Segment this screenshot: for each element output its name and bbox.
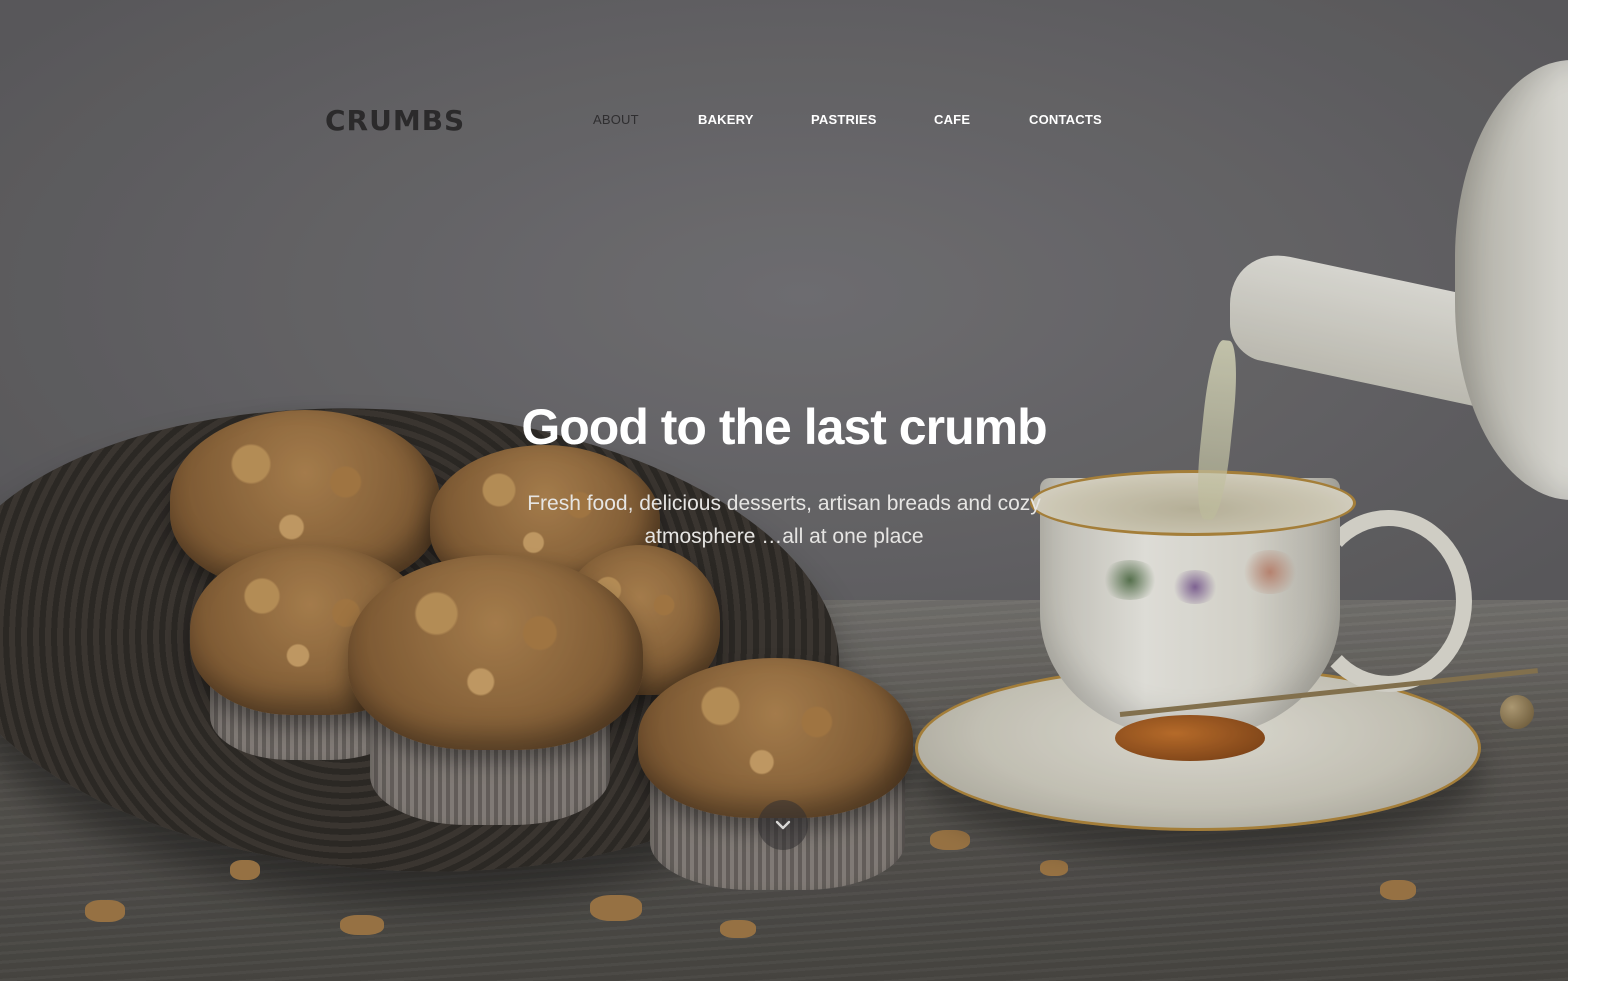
nav-item-bakery[interactable]: BAKERY xyxy=(698,112,754,127)
page-scrollbar[interactable] xyxy=(1568,0,1605,981)
hero-subtitle: Fresh food, delicious desserts, artisan … xyxy=(0,487,1568,553)
nav-item-contacts[interactable]: CONTACTS xyxy=(1029,112,1102,127)
chevron-down-icon xyxy=(775,820,791,830)
hero-subtitle-line-2: atmosphere …all at one place xyxy=(644,525,924,548)
brand-logo[interactable]: CRUMBS xyxy=(325,104,465,137)
hero-title: Good to the last crumb xyxy=(521,399,1047,455)
nav-item-about[interactable]: ABOUT xyxy=(593,112,639,127)
nav-item-pastries[interactable]: PASTRIES xyxy=(811,112,877,127)
nav-item-cafe[interactable]: CAFE xyxy=(934,112,970,127)
hero-subtitle-line-1: Fresh food, delicious desserts, artisan … xyxy=(527,492,1041,515)
scroll-down-button[interactable] xyxy=(758,800,808,850)
